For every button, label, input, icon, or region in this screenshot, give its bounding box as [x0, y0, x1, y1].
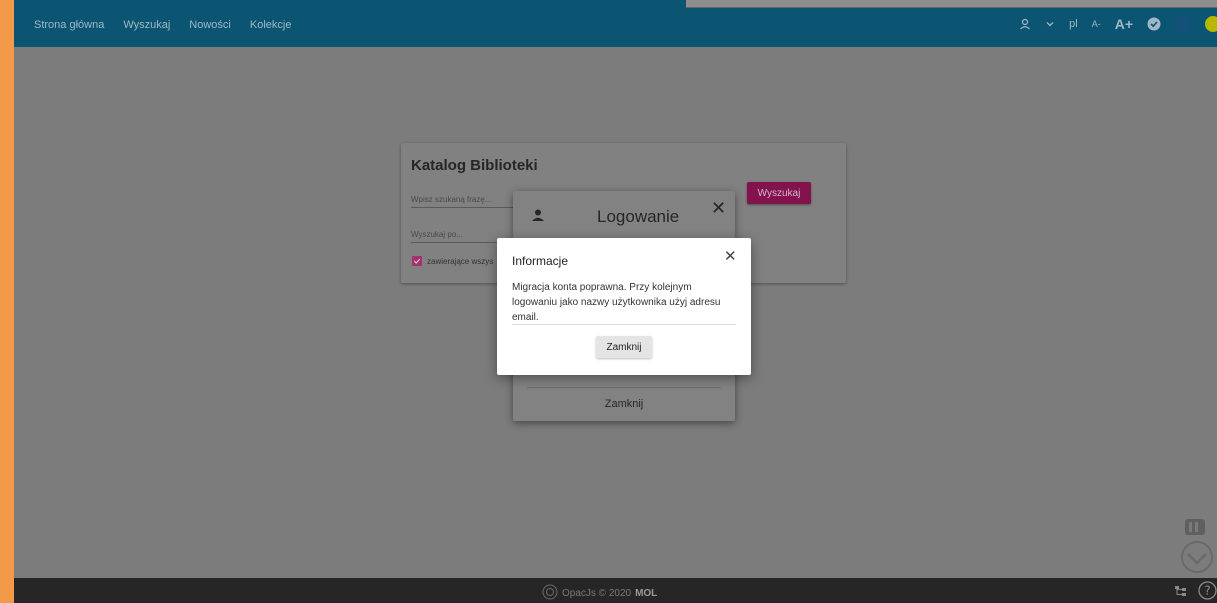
- top-navigation-bar: Strona główna Wyszukaj Nowości Kolekcje …: [14, 0, 1217, 47]
- user-icon: [531, 208, 545, 227]
- catalog-title: Katalog Biblioteki: [411, 157, 538, 174]
- app-window: Strona główna Wyszukaj Nowości Kolekcje …: [14, 0, 1217, 603]
- info-close-button[interactable]: Zamknij: [596, 336, 652, 358]
- font-smaller-button[interactable]: A-: [1092, 19, 1101, 29]
- nav-item-news[interactable]: Nowości: [189, 19, 231, 31]
- nav-item-search[interactable]: Wyszukaj: [123, 19, 170, 31]
- nav-item-home[interactable]: Strona główna: [34, 19, 104, 31]
- footer-brand: MOL: [635, 588, 658, 599]
- browser-overlay-strip: [686, 0, 1217, 8]
- info-message: Migracja konta poprawna. Przy kolejnym l…: [512, 282, 721, 323]
- info-title: Informacje: [512, 254, 569, 268]
- checkbox-label: zawierające wszys: [427, 256, 494, 266]
- header-tools: pl A- A+: [1019, 16, 1217, 32]
- font-larger-button[interactable]: A+: [1115, 16, 1133, 32]
- login-close-button[interactable]: Zamknij: [513, 398, 735, 410]
- language-selector[interactable]: pl: [1069, 18, 1078, 30]
- nav-item-collections[interactable]: Kolekcje: [250, 19, 292, 31]
- main-nav: Strona główna Wyszukaj Nowości Kolekcje: [34, 19, 291, 31]
- sitemap-icon[interactable]: [1174, 584, 1188, 602]
- user-icon[interactable]: [1019, 18, 1031, 30]
- footer-copyright: OpacJs © 2020 MOL: [542, 584, 657, 603]
- close-icon[interactable]: ✕: [724, 247, 737, 265]
- svg-text:?: ?: [1204, 584, 1210, 598]
- chevron-down-icon[interactable]: [1045, 19, 1055, 29]
- checkbox-checked-icon: [412, 256, 422, 266]
- divider: [512, 324, 736, 325]
- search-button[interactable]: Wyszukaj: [747, 182, 811, 204]
- contains-all-checkbox[interactable]: zawierające wszys: [412, 256, 493, 266]
- footer-text: OpacJs © 2020: [562, 588, 632, 599]
- footer: OpacJs © 2020 MOL ?: [14, 578, 1217, 603]
- close-icon[interactable]: ✕: [711, 198, 726, 219]
- theme-yellow-button[interactable]: [1205, 16, 1217, 32]
- theme-dark-button[interactable]: [1175, 16, 1191, 32]
- accessibility-widget[interactable]: [1172, 513, 1217, 575]
- divider: [527, 387, 721, 388]
- info-dialog: Informacje ✕ Migracja konta poprawna. Pr…: [497, 238, 751, 375]
- login-title: Logowanie: [597, 207, 680, 226]
- footer-logo-icon: [542, 584, 558, 603]
- help-icon[interactable]: ?: [1198, 581, 1217, 603]
- footer-tools: ?: [1174, 581, 1217, 603]
- search-input[interactable]: Wpisz szukaną frazę...: [411, 195, 521, 208]
- check-circle-icon[interactable]: [1147, 17, 1161, 31]
